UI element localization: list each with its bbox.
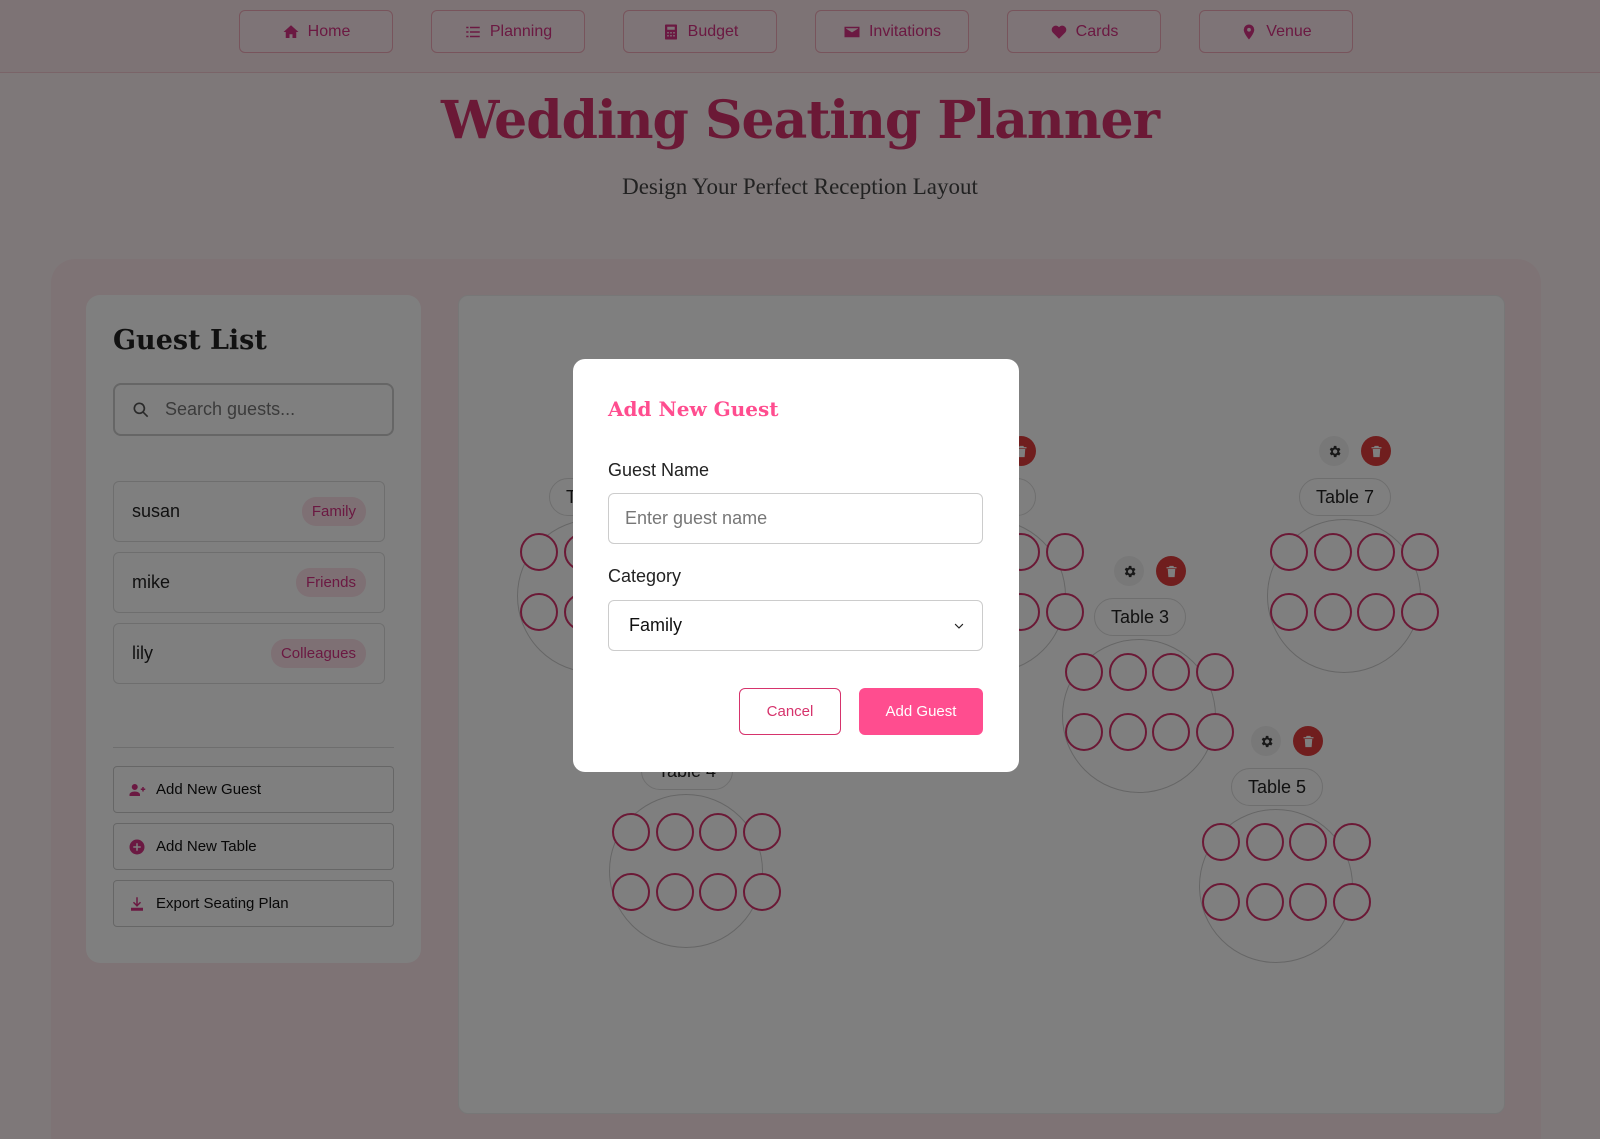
category-label: Category (608, 566, 682, 586)
modal-title: Add New Guest (608, 397, 779, 421)
category-selected-value: Family (629, 615, 682, 635)
cancel-button[interactable]: Cancel (739, 688, 841, 735)
guest-name-input[interactable] (625, 508, 966, 529)
guest-name-label: Guest Name (608, 460, 710, 480)
chevron-down-icon (954, 623, 964, 629)
category-select[interactable]: Family (608, 600, 983, 651)
add-guest-modal: Add New Guest Guest Name Category Family… (573, 359, 1019, 772)
add-guest-submit-button[interactable]: Add Guest (859, 688, 983, 735)
guest-name-field[interactable] (608, 493, 983, 544)
